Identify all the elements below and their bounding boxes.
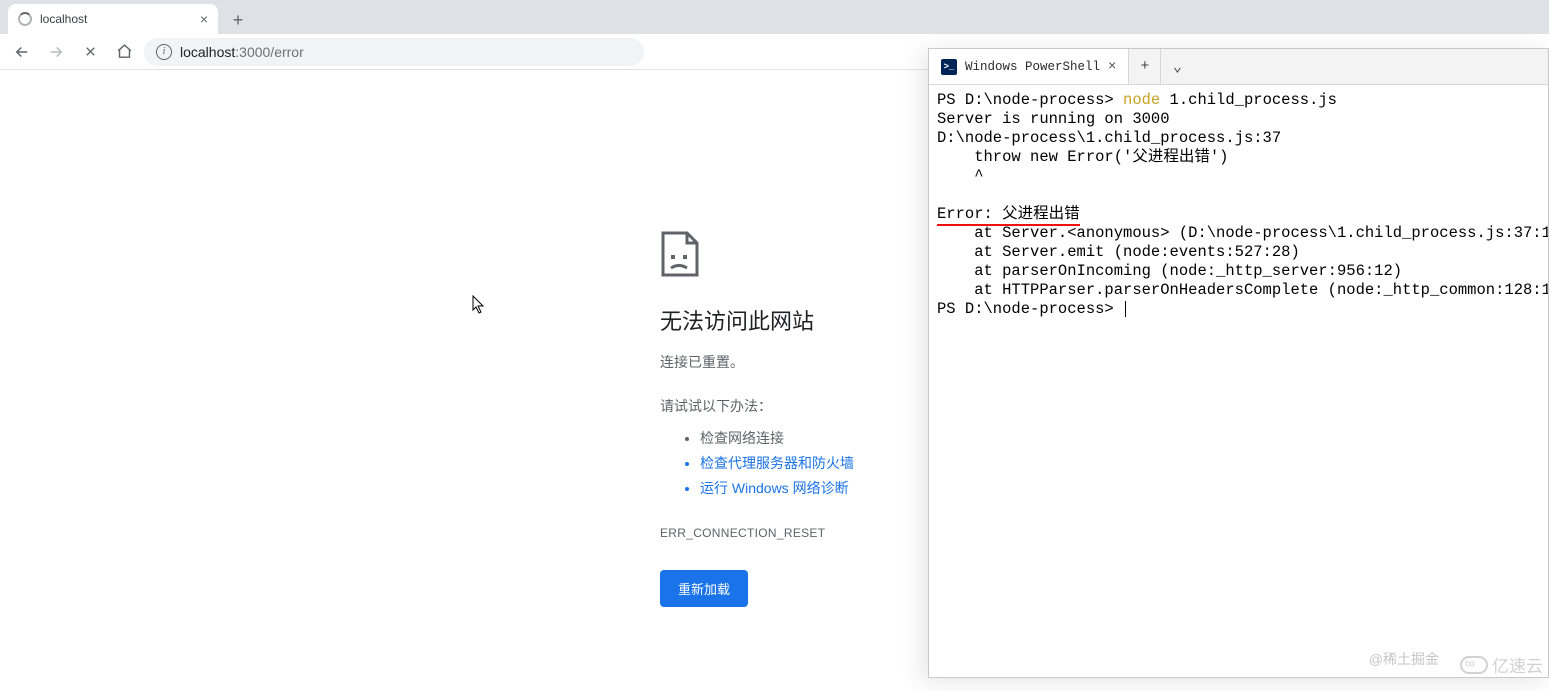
close-terminal-tab-icon[interactable]: × [1108,59,1116,75]
watermark-juejin: @稀土掘金 [1369,649,1439,669]
new-terminal-tab-button[interactable]: + [1129,49,1161,84]
stop-button[interactable] [76,38,104,66]
terminal-tab-title: Windows PowerShell [965,60,1100,74]
new-tab-button[interactable]: + [224,6,252,34]
terminal-cursor [1125,301,1126,317]
reload-button[interactable]: 重新加载 [660,570,748,607]
watermark-yisu: 亿速云 [1460,652,1543,677]
forward-button[interactable] [42,38,70,66]
browser-tab[interactable]: localhost × [8,4,218,34]
close-tab-icon[interactable]: × [200,11,208,27]
home-button[interactable] [110,38,138,66]
back-button[interactable] [8,38,36,66]
tab-title: localhost [40,12,192,26]
terminal-output[interactable]: PS D:\node-process> node 1.child_process… [929,85,1548,677]
cloud-icon [1460,656,1488,674]
error-line: Error: 父进程出错 [937,205,1080,223]
terminal-tabbar: >_ Windows PowerShell × + ⌄ [929,49,1548,85]
address-bar[interactable]: i localhost:3000/error [144,38,644,66]
browser-tabstrip: localhost × + [0,0,1549,34]
powershell-icon: >_ [941,59,957,75]
terminal-tab-dropdown[interactable]: ⌄ [1161,49,1193,84]
sad-document-icon [660,230,700,278]
site-info-icon[interactable]: i [156,44,172,60]
loading-spinner-icon [18,12,32,26]
terminal-window: >_ Windows PowerShell × + ⌄ PS D:\node-p… [928,48,1549,678]
terminal-tab-powershell[interactable]: >_ Windows PowerShell × [929,49,1129,84]
url-text: localhost:3000/error [180,44,304,60]
